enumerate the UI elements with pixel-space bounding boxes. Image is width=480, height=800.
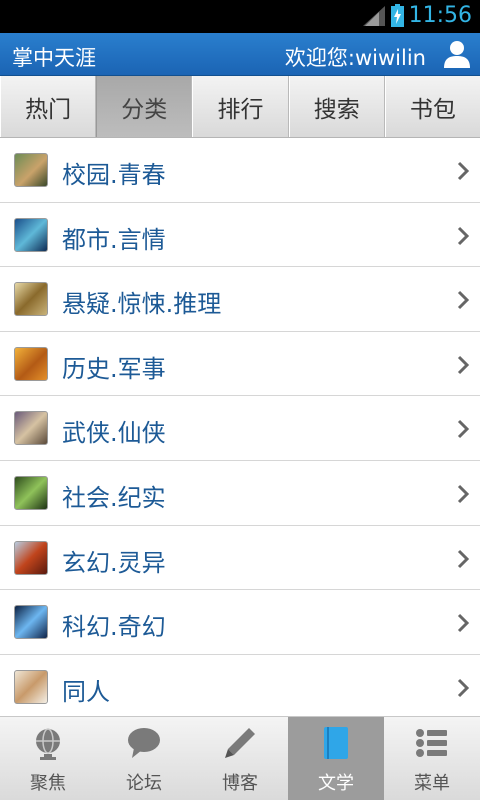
chevron-right-icon <box>457 614 470 633</box>
nav-blog[interactable]: 博客 <box>192 717 288 800</box>
chevron-right-icon <box>457 678 470 697</box>
nav-literature[interactable]: 文学 <box>288 717 384 800</box>
category-thumbnail <box>14 540 48 575</box>
category-thumbnail <box>14 153 48 187</box>
book-icon <box>324 727 348 759</box>
nav-menu[interactable]: 菜单 <box>384 717 480 800</box>
category-label: 历史.军事 <box>62 354 166 383</box>
category-thumbnail <box>14 669 48 704</box>
chevron-right-icon <box>457 549 470 568</box>
battery-charging-icon <box>391 4 404 27</box>
category-thumbnail <box>14 217 48 252</box>
globe-icon <box>36 728 60 760</box>
list-item[interactable]: 悬疑.惊悚.推理 <box>0 267 480 332</box>
list-item[interactable]: 科幻.奇幻 <box>0 590 480 655</box>
list-item[interactable]: 历史.军事 <box>0 331 480 397</box>
chevron-right-icon <box>457 291 470 310</box>
category-thumbnail <box>14 282 48 317</box>
list-item[interactable]: 社会.纪实 <box>0 460 480 526</box>
user-icon[interactable] <box>442 39 472 69</box>
status-bar: 11:56 <box>0 0 480 33</box>
tab-categories[interactable]: 分类 <box>96 76 193 137</box>
app-title: 掌中天涯 <box>12 46 96 70</box>
pen-icon <box>225 728 255 758</box>
category-thumbnail <box>14 411 48 446</box>
chevron-right-icon <box>457 355 470 374</box>
category-label: 玄幻.灵异 <box>62 548 166 577</box>
nav-label: 论坛 <box>126 773 162 794</box>
category-label: 都市.言情 <box>62 225 166 254</box>
category-list: 校园.青春 都市.言情 悬疑.惊悚.推理 历史.军事 武侠.仙侠 社会.纪实 玄… <box>0 138 480 716</box>
category-label: 悬疑.惊悚.推理 <box>62 290 222 319</box>
category-label: 同人 <box>62 677 110 706</box>
nav-forum[interactable]: 论坛 <box>96 717 192 800</box>
tab-hot[interactable]: 热门 <box>0 76 97 137</box>
list-item[interactable]: 武侠.仙侠 <box>0 396 480 461</box>
category-thumbnail <box>14 605 48 640</box>
status-time: 11:56 <box>408 3 472 28</box>
category-thumbnail <box>14 346 48 381</box>
tab-search[interactable]: 搜索 <box>288 76 385 137</box>
category-label: 武侠.仙侠 <box>62 419 166 448</box>
chat-bubble-icon <box>128 728 160 758</box>
bottom-navigation: 聚焦 论坛 博客 文学 菜单 <box>0 716 480 800</box>
signal-icon <box>363 6 385 26</box>
nav-label: 博客 <box>222 773 258 794</box>
category-tabs: 热门 分类 排行 搜索 书包 <box>0 76 480 138</box>
chevron-right-icon <box>457 226 470 245</box>
category-label: 校园.青春 <box>62 161 166 189</box>
nav-label: 文学 <box>318 773 354 794</box>
list-item[interactable]: 校园.青春 <box>0 138 480 203</box>
tab-ranking[interactable]: 排行 <box>192 76 289 137</box>
category-thumbnail <box>14 475 48 510</box>
list-item[interactable]: 都市.言情 <box>0 202 480 268</box>
title-bar: 掌中天涯 欢迎您:wiwilin <box>0 33 480 76</box>
tab-bookbag[interactable]: 书包 <box>384 76 480 137</box>
list-item[interactable]: 同人 <box>0 654 480 716</box>
category-label: 社会.纪实 <box>62 483 166 512</box>
list-menu-icon <box>416 729 447 757</box>
chevron-right-icon <box>457 484 470 504</box>
category-label: 科幻.奇幻 <box>62 613 166 642</box>
list-item[interactable]: 玄幻.灵异 <box>0 525 480 591</box>
nav-focus[interactable]: 聚焦 <box>0 717 96 800</box>
nav-label: 聚焦 <box>30 773 66 794</box>
chevron-right-icon <box>457 420 470 439</box>
welcome-text[interactable]: 欢迎您:wiwilin <box>285 42 426 72</box>
chevron-right-icon <box>457 161 470 181</box>
nav-label: 菜单 <box>414 773 450 794</box>
